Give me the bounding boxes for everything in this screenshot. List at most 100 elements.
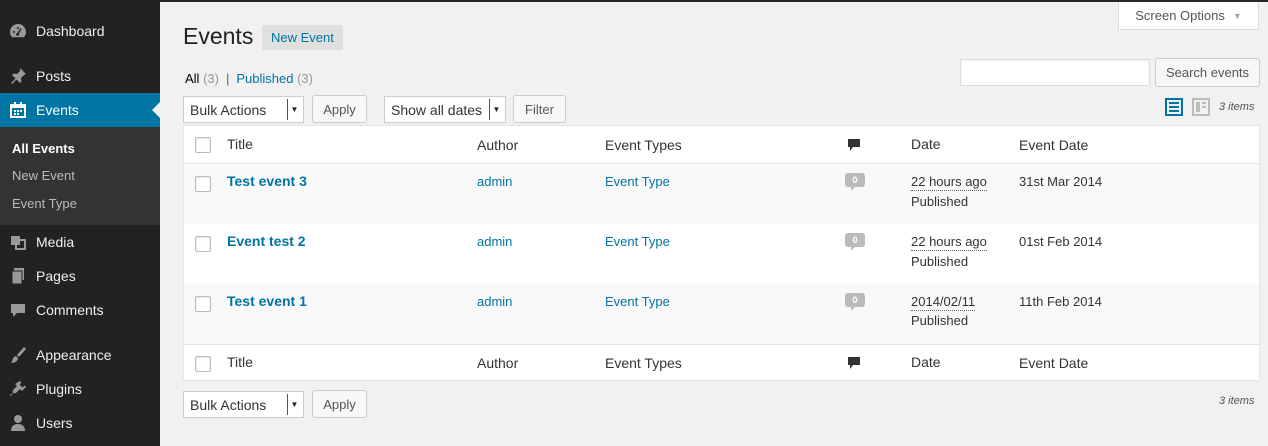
caret-down-icon: ▼ <box>1232 10 1242 21</box>
menu-pages[interactable]: Pages <box>0 259 160 293</box>
table-row: Test event 3 admin Event Type 0 22 hours… <box>184 164 1259 224</box>
menu-users[interactable]: Users <box>0 406 160 440</box>
event-date: 01st Feb 2014 <box>1019 234 1103 249</box>
events-submenu: All Events New Event Event Type <box>0 127 160 225</box>
column-event-date: Event Date <box>1019 355 1089 371</box>
bulk-actions-select-bottom[interactable]: Bulk Actions ▼ <box>183 391 304 418</box>
menu-comments[interactable]: Comments <box>0 293 160 327</box>
select-arrow-icon: ▼ <box>489 99 503 120</box>
apply-button-top[interactable]: Apply <box>312 95 367 123</box>
filter-button[interactable]: Filter <box>513 95 566 123</box>
view-all-label: All <box>185 71 200 86</box>
bulk-actions-value: Bulk Actions <box>190 396 267 413</box>
select-arrow-icon: ▼ <box>287 99 301 120</box>
user-icon <box>0 414 36 432</box>
date-filter-select[interactable]: Show all dates ▼ <box>384 96 506 123</box>
calendar-icon <box>0 101 36 119</box>
post-date: 22 hours ago <box>911 174 987 191</box>
plug-icon <box>0 380 36 398</box>
view-separator: | <box>225 71 230 86</box>
post-status: Published <box>911 254 969 269</box>
event-title-link[interactable]: Event test 2 <box>227 233 306 249</box>
menu-plugins[interactable]: Plugins <box>0 372 160 406</box>
status-views: All (3) | Published (3) <box>185 71 313 86</box>
date-filter-value: Show all dates <box>391 101 483 118</box>
author-link[interactable]: admin <box>477 174 512 189</box>
brush-icon <box>0 346 36 364</box>
event-type-link[interactable]: Event Type <box>605 294 670 309</box>
select-arrow-icon: ▼ <box>287 394 301 415</box>
event-type-link[interactable]: Event Type <box>605 234 670 249</box>
view-published-count: (3) <box>297 71 313 86</box>
column-date[interactable]: Date <box>911 136 941 152</box>
menu-media[interactable]: Media <box>0 225 160 259</box>
items-count-bottom: 3 items <box>1219 395 1255 407</box>
view-all-link[interactable]: All (3) <box>185 71 219 86</box>
author-link[interactable]: admin <box>477 294 512 309</box>
screen-options-label: Screen Options <box>1135 8 1225 23</box>
search-events-button[interactable]: Search events <box>1155 58 1260 87</box>
event-title-link[interactable]: Test event 3 <box>227 173 307 189</box>
row-checkbox[interactable] <box>195 176 211 192</box>
comments-column-icon[interactable] <box>847 138 861 155</box>
comment-count-badge[interactable]: 0 <box>845 293 865 311</box>
menu-label: Comments <box>36 302 104 318</box>
admin-bar-edge <box>160 0 1268 2</box>
menu-posts[interactable]: Posts <box>0 59 160 93</box>
column-event-date: Event Date <box>1019 137 1089 153</box>
table-footer-row: Title Author Event Types Date Event Date <box>184 345 1259 380</box>
media-icon <box>0 233 36 251</box>
list-view-icon[interactable] <box>1165 98 1183 116</box>
event-type-link[interactable]: Event Type <box>605 174 670 189</box>
items-count-top: 3 items <box>1219 101 1255 113</box>
comments-column-icon[interactable] <box>847 356 861 373</box>
menu-dashboard[interactable]: Dashboard <box>0 14 160 48</box>
submenu-event-type[interactable]: Event Type <box>12 196 77 211</box>
menu-label: Pages <box>36 268 76 284</box>
comment-icon <box>0 301 36 319</box>
bulk-actions-value: Bulk Actions <box>190 101 267 118</box>
view-published-label: Published <box>236 71 294 86</box>
column-event-types: Event Types <box>605 137 682 153</box>
page-title: Events <box>183 23 254 49</box>
submenu-new-event[interactable]: New Event <box>12 168 75 183</box>
post-date: 22 hours ago <box>911 234 987 251</box>
menu-appearance[interactable]: Appearance <box>0 338 160 372</box>
column-date[interactable]: Date <box>911 354 941 370</box>
excerpt-view-icon[interactable] <box>1192 98 1210 116</box>
pages-icon <box>0 267 36 285</box>
admin-sidebar: Dashboard Posts Events All Events New Ev… <box>0 0 160 446</box>
row-checkbox[interactable] <box>195 236 211 252</box>
menu-label: Media <box>36 234 75 250</box>
author-link[interactable]: admin <box>477 234 512 249</box>
column-title[interactable]: Title <box>227 136 253 152</box>
menu-label: Posts <box>36 68 72 84</box>
submenu-all-events[interactable]: All Events <box>12 141 75 156</box>
dashboard-icon <box>0 22 36 40</box>
table-row: Test event 1 admin Event Type 0 2014/02/… <box>184 284 1259 344</box>
apply-button-bottom[interactable]: Apply <box>312 390 367 418</box>
search-input[interactable] <box>960 59 1150 86</box>
comment-count-badge[interactable]: 0 <box>845 173 865 191</box>
bulk-actions-select-top[interactable]: Bulk Actions ▼ <box>183 96 304 123</box>
post-status: Published <box>911 313 969 328</box>
view-all-count: (3) <box>203 71 219 86</box>
menu-label: Appearance <box>36 347 112 363</box>
row-checkbox[interactable] <box>195 296 211 312</box>
screen-options-button[interactable]: Screen Options ▼ <box>1118 2 1259 30</box>
column-title[interactable]: Title <box>227 354 253 370</box>
menu-label: Events <box>36 102 79 118</box>
comment-count-badge[interactable]: 0 <box>845 233 865 251</box>
select-all-checkbox[interactable] <box>195 137 211 153</box>
column-author: Author <box>477 355 519 371</box>
post-date: 2014/02/11 <box>911 294 976 311</box>
select-all-checkbox-footer[interactable] <box>195 356 211 372</box>
column-author: Author <box>477 137 519 153</box>
table-row: Event test 2 admin Event Type 0 22 hours… <box>184 224 1259 284</box>
events-table: Title Author Event Types Date Event Date… <box>183 125 1260 381</box>
menu-events[interactable]: Events <box>0 93 160 127</box>
view-published-link[interactable]: Published (3) <box>236 71 313 86</box>
add-new-event-button[interactable]: New Event <box>262 25 343 50</box>
menu-label: Users <box>36 415 73 431</box>
event-title-link[interactable]: Test event 1 <box>227 293 307 309</box>
